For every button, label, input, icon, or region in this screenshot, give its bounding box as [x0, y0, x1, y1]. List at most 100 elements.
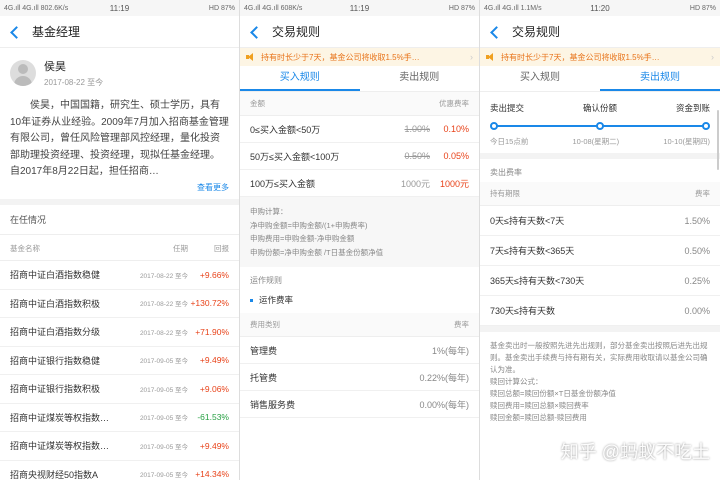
- ops-fee-item: 运作费率: [240, 290, 479, 313]
- chevron-right-icon: ›: [470, 52, 473, 62]
- header-fee-type: 费用类别: [250, 320, 280, 329]
- fund-row[interactable]: 招商央视财经50指数A 2017-09-05 至今 +14.34%: [0, 461, 239, 480]
- header: 基金经理: [0, 16, 239, 48]
- page-title: 基金经理: [32, 25, 81, 39]
- fund-name: 招商央视财经50指数A: [10, 469, 99, 480]
- notice-text: 持有时长少于7天，基金公司将收取1.5%手…: [501, 52, 660, 62]
- sell-rate: 1.50%: [684, 215, 710, 226]
- rule-tabs: 买入规则 卖出规则: [480, 66, 720, 92]
- speaker-icon: [246, 53, 256, 61]
- rules-line: 基金卖出时一般按照先进先出规则，部分基金卖出按照后进先出规则。基金卖出手续费与持…: [490, 341, 708, 374]
- manager-name: 侯昊: [44, 61, 66, 73]
- fee-row: 销售服务费 0.00%(每年): [240, 391, 479, 418]
- buy-fee-row: 50万≤买入金额<100万 0.50% 0.05%: [240, 143, 479, 170]
- back-arrow-icon[interactable]: [248, 25, 262, 39]
- timeline-dot: [490, 122, 498, 130]
- amount-range: 50万≤买入金额<100万: [250, 151, 340, 162]
- fee-type: 托管费: [250, 372, 278, 383]
- fund-row[interactable]: 招商中证白酒指数分级 2017-08-22 至今 +71.90%: [0, 318, 239, 347]
- fund-row[interactable]: 招商中证银行指数稳健 2017-09-05 至今 +9.49%: [0, 347, 239, 375]
- timeline-date-confirm: 10-08(星期二): [572, 137, 620, 146]
- page-title: 交易规则: [512, 25, 561, 39]
- rules-line: 赎回费用=赎回总额×赎回费率: [490, 401, 589, 410]
- battery-indicator: HD 87%: [689, 4, 716, 12]
- fund-name: 招商中证银行指数积极: [10, 384, 101, 395]
- fund-term: 2017-08-22 至今: [139, 272, 188, 280]
- tab-buy-rules[interactable]: 买入规则: [240, 66, 360, 91]
- rules-line: 赎回计算公式：: [490, 377, 543, 386]
- sell-fee-title: 卖出费率: [490, 168, 522, 177]
- fee-row: 管理费 1%(每年): [240, 337, 479, 364]
- purchase-formula: 申购计算： 净申购金额=申购金额/(1+申购费率) 申购费用=申购金额-净申购金额申…: [240, 197, 479, 267]
- buy-fee-row: 100万≤买入金额 1000元 1000元: [240, 170, 479, 197]
- tab-buy-rules[interactable]: 买入规则: [480, 66, 600, 91]
- header-fee-rate: 费率: [454, 320, 469, 329]
- screen-sell-rules: 4G.ıll 4G.ıll 1.1M/s 11:20 HD 87% 交易规则 持…: [480, 0, 720, 480]
- fund-row[interactable]: 招商中证煤炭等权指数… 2017-09-05 至今 -61.53%: [0, 404, 239, 432]
- fund-row[interactable]: 招商中证白酒指数稳健 2017-08-22 至今 +9.66%: [0, 261, 239, 290]
- back-arrow-icon[interactable]: [8, 25, 22, 39]
- page-title: 交易规则: [272, 25, 321, 39]
- ops-rules-title: 运作规则: [250, 276, 282, 285]
- header-fund-name: 基金名称: [10, 244, 40, 253]
- header: 交易规则: [480, 16, 720, 48]
- fee-row: 托管费 0.22%(每年): [240, 364, 479, 391]
- fund-term: 2017-09-05 至今: [139, 358, 188, 366]
- fund-term: 2017-09-05 至今: [139, 472, 188, 480]
- fund-list: 招商中证白酒指数稳健 2017-08-22 至今 +9.66% 招商中证白酒指数积极 2…: [0, 261, 239, 480]
- watermark: 知乎 @蚂蚁不吃土: [560, 442, 710, 462]
- sell-rate: 0.00%: [684, 305, 710, 316]
- timeline-step-arrive: 资金到账: [675, 103, 710, 113]
- sell-fee-row: 7天≤持有天数<365天 0.50%: [480, 236, 720, 266]
- fee-rate: 0.00%(每年): [419, 399, 469, 410]
- fund-return: +130.72%: [190, 298, 229, 309]
- sell-timeline: 卖出提交 确认份额 资金到账 今日15点前 10-08(星期二) 10-10(星…: [480, 92, 720, 153]
- original-rate: 1.00%: [404, 124, 430, 134]
- status-bar: 4G.ıll 4G.ıll 1.1M/s 11:20 HD 87%: [480, 0, 720, 16]
- fund-row[interactable]: 招商中证银行指数积极 2017-09-05 至今 +9.06%: [0, 375, 239, 404]
- fund-return: +9.06%: [199, 383, 229, 394]
- timeline-dot: [702, 122, 710, 130]
- ops-fee-list: 管理费 1%(每年) 托管费 0.22%(每年) 销售服务费 0.00%(每年): [240, 337, 479, 418]
- back-arrow-icon[interactable]: [488, 25, 502, 39]
- signal-indicator: 4G.ıll 4G.ıll 608K/s: [244, 4, 303, 12]
- formula-line: 申购费用=申购金额-净申购金额: [250, 234, 355, 243]
- sell-table-header: 持有期限 费率: [480, 182, 720, 206]
- fund-return: +9.49%: [199, 355, 229, 366]
- sell-rules-text: 基金卖出时一般按照先进先出规则，部分基金卖出按照后进先出规则。基金卖出手续费与持…: [480, 332, 720, 432]
- fee-notice-banner[interactable]: 持有时长少于7天，基金公司将收取1.5%手… ›: [240, 48, 479, 66]
- fee-notice-banner[interactable]: 持有时长少于7天，基金公司将收取1.5%手… ›: [480, 48, 720, 66]
- rules-line: 赎回金额=赎回总额-赎回费用: [490, 413, 587, 422]
- fund-return: +14.34%: [195, 469, 229, 480]
- fund-term: 2017-09-05 至今: [139, 443, 188, 451]
- fund-row[interactable]: 招商中证白酒指数积极 2017-08-22 至今 +130.72%: [0, 290, 239, 318]
- fund-term: 2017-09-05 至今: [139, 415, 188, 423]
- sell-fee-row: 365天≤持有天数<730天 0.25%: [480, 266, 720, 296]
- header-amount: 金额: [250, 99, 265, 108]
- fund-name: 招商中证煤炭等权指数…: [10, 412, 110, 423]
- rule-tabs: 买入规则 卖出规则: [240, 66, 479, 92]
- fee-rate: 0.22%(每年): [419, 372, 469, 383]
- scrollbar[interactable]: [717, 110, 719, 170]
- view-more-link[interactable]: 查看更多: [0, 182, 239, 199]
- header: 交易规则: [240, 16, 479, 48]
- formula-line: 申购份额=净申购金额 /T日基金份额净值: [250, 247, 384, 257]
- fund-name: 招商中证白酒指数分级: [10, 327, 101, 338]
- header-sell-rate: 费率: [695, 189, 710, 198]
- original-rate: 0.50%: [404, 151, 430, 161]
- timeline-date-arrive: 10-10(星期四): [663, 137, 710, 146]
- fund-name: 招商中证银行指数稳健: [10, 355, 101, 366]
- header-holding-period: 持有期限: [490, 189, 520, 198]
- header-return: 回报: [214, 244, 229, 253]
- manager-bio: 侯昊，中国国籍，研究生、硕士学历，具有10年证券从业经验。2009年7月加入招商…: [10, 100, 229, 177]
- tab-sell-rules[interactable]: 卖出规则: [600, 66, 720, 91]
- tab-sell-rules[interactable]: 卖出规则: [360, 66, 480, 91]
- header-discount-rate: 优惠费率: [439, 99, 469, 108]
- fund-return: +71.90%: [195, 326, 229, 337]
- fund-name: 招商中证白酒指数稳健: [10, 270, 101, 281]
- discount-rate: 0.05%: [443, 151, 469, 161]
- speaker-icon: [486, 53, 496, 61]
- fund-row[interactable]: 招商中证煤炭等权指数… 2017-09-05 至今 +9.49%: [0, 432, 239, 461]
- fund-return: -61.53%: [197, 412, 229, 423]
- holding-period: 7天≤持有天数<365天: [490, 246, 575, 256]
